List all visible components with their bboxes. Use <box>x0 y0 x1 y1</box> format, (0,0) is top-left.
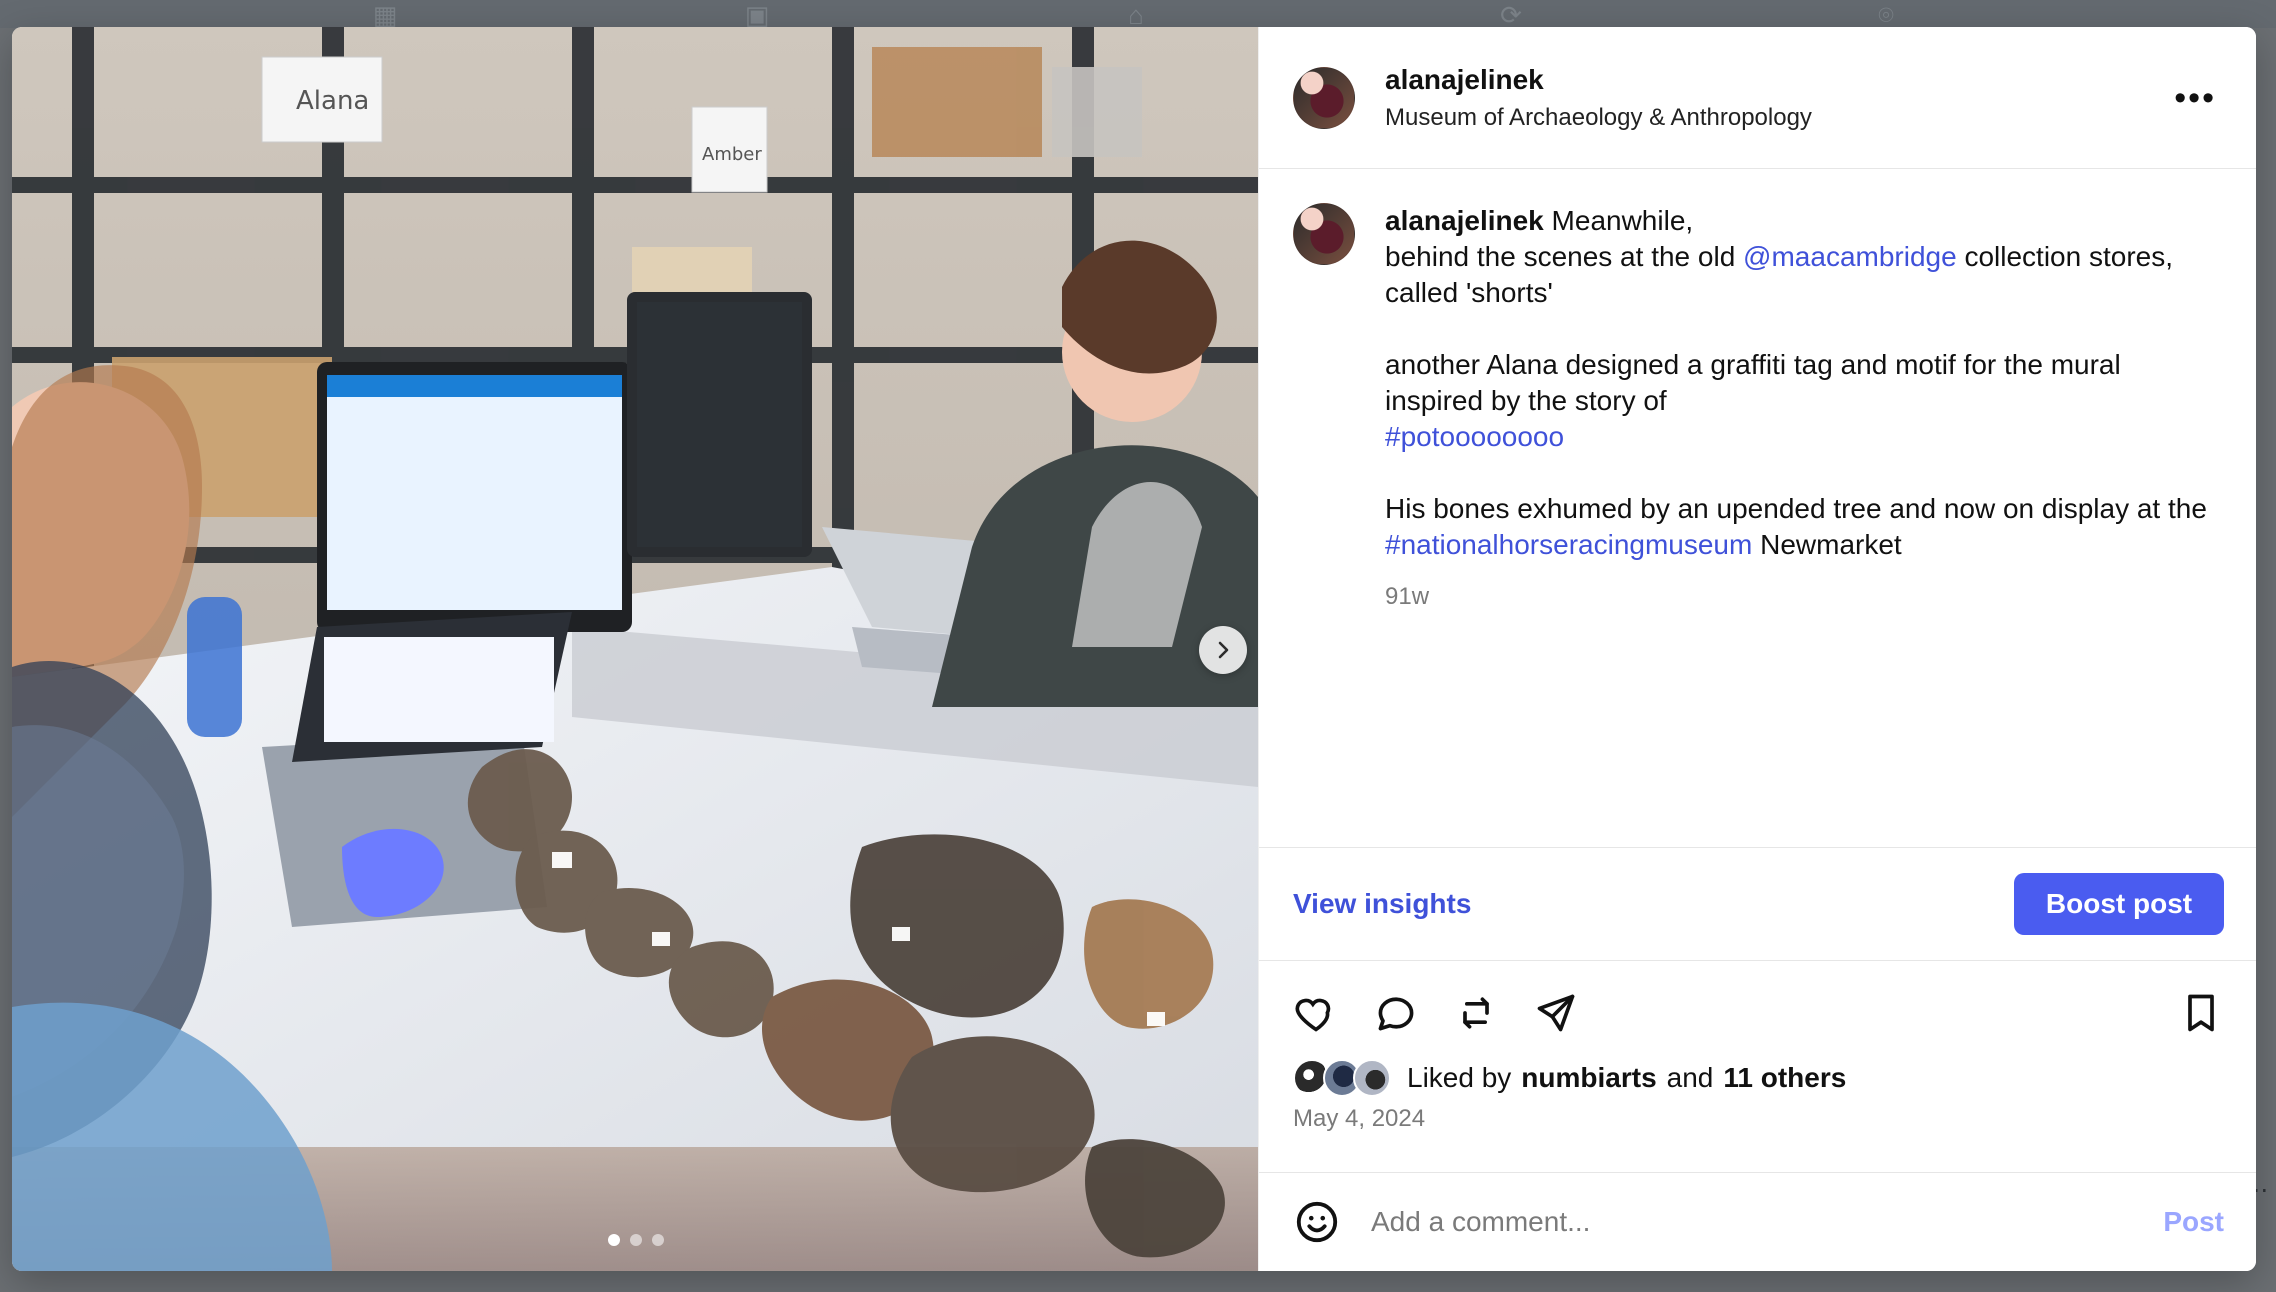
liker-avatars[interactable] <box>1293 1059 1397 1097</box>
mention-link[interactable]: @maacambridge <box>1743 241 1957 272</box>
caption-avatar[interactable] <box>1293 203 1355 265</box>
emoji-icon <box>1296 1201 1338 1243</box>
post-time-ago[interactable]: 91w <box>1385 579 2220 615</box>
caption-line-3: called 'shorts' <box>1385 277 1553 308</box>
insights-bar: View insights Boost post <box>1259 847 2256 961</box>
share-button[interactable] <box>1533 990 1579 1036</box>
comment-button[interactable] <box>1373 990 1419 1036</box>
arrow-up-icon: ⌂ <box>1128 0 1144 30</box>
boost-post-button[interactable]: Boost post <box>2014 873 2224 935</box>
more-options-button[interactable]: ••• <box>2174 81 2216 115</box>
caption-text: His bones exhumed by an upended tree and… <box>1385 493 2207 524</box>
tagged-icon: ⌾ <box>1878 0 1894 30</box>
caption-area: alanajelinek Meanwhile, behind the scene… <box>1259 169 2256 847</box>
carousel-next-button[interactable] <box>1199 626 1247 674</box>
background-tab-strip: ▦ ▣ ⌂ ⟳ ⌾ <box>0 0 2276 28</box>
carousel-dots <box>608 1234 664 1246</box>
heart-icon <box>1295 998 1331 1032</box>
likes-summary: Liked by numbiarts and 11 others <box>1293 1059 2224 1097</box>
svg-text:Amber: Amber <box>702 144 762 165</box>
caption-line-1: alanajelinek Meanwhile, <box>1385 203 2220 239</box>
post-photo: Alana Amber <box>12 27 1258 1271</box>
save-button[interactable] <box>2178 990 2224 1036</box>
chevron-right-icon <box>1218 641 1229 659</box>
post-actions: Liked by numbiarts and 11 others May 4, … <box>1259 961 2256 1173</box>
carousel-dot <box>608 1234 620 1246</box>
comment-bar: Post <box>1259 1173 2256 1271</box>
reels-icon: ▣ <box>744 0 770 30</box>
post-comment-button[interactable]: Post <box>2163 1206 2224 1238</box>
emoji-button[interactable] <box>1293 1198 1341 1246</box>
likes-middle: and <box>1666 1062 1714 1093</box>
caption-text: Meanwhile, <box>1551 205 1694 236</box>
comment-icon <box>1378 997 1414 1031</box>
more-icon: ••• <box>2174 78 2216 117</box>
caption-text: behind the scenes at the old <box>1385 241 1744 272</box>
action-left <box>1293 990 1579 1036</box>
send-icon <box>1537 994 1575 1032</box>
bookmark-icon <box>2188 994 2214 1032</box>
author-location[interactable]: Museum of Archaeology & Anthropology <box>1385 104 1812 131</box>
caption-text: Newmarket <box>1752 529 1902 560</box>
hashtag-link[interactable]: #nationalhorseracingmuseum <box>1385 529 1752 560</box>
carousel-dot <box>652 1234 664 1246</box>
post-media: Alana Amber <box>12 27 1258 1271</box>
caption-hashtag-1: #potoooooooo <box>1385 419 2220 455</box>
post-modal: Alana Amber alanajelinek Museum of Archa… <box>12 27 2256 1271</box>
caption-username[interactable]: alanajelinek <box>1385 205 1544 236</box>
repost-icon <box>1463 997 1489 1029</box>
caption-line-5: His bones exhumed by an upended tree and… <box>1385 491 2220 563</box>
post-date: May 4, 2024 <box>1293 1105 1426 1132</box>
post-sidebar: alanajelinek Museum of Archaeology & Ant… <box>1258 27 2256 1271</box>
grid-icon: ▦ <box>372 0 398 30</box>
view-insights-link[interactable]: View insights <box>1293 888 1471 920</box>
caption-row: alanajelinek Meanwhile, behind the scene… <box>1293 203 2220 615</box>
carousel-dot <box>630 1234 642 1246</box>
author-avatar[interactable] <box>1293 66 1355 129</box>
author-username[interactable]: alanajelinek <box>1385 64 1812 95</box>
action-row <box>1293 985 2224 1041</box>
caption-line-4: another Alana designed a graffiti tag an… <box>1385 349 2121 416</box>
liker-username[interactable]: numbiarts <box>1521 1062 1656 1094</box>
post-caption: alanajelinek Meanwhile, behind the scene… <box>1385 203 2220 615</box>
hashtag-link[interactable]: #potoooooooo <box>1385 421 1564 452</box>
caption-text: collection stores, <box>1956 241 2173 272</box>
svg-text:Alana: Alana <box>296 86 369 116</box>
post-header: alanajelinek Museum of Archaeology & Ant… <box>1259 27 2256 169</box>
liker-avatar <box>1353 1059 1391 1097</box>
repost-button[interactable] <box>1453 990 1499 1036</box>
caption-line-2: behind the scenes at the old @maacambrid… <box>1385 239 2220 275</box>
like-button[interactable] <box>1293 990 1339 1036</box>
author-info: alanajelinek Museum of Archaeology & Ant… <box>1385 64 1812 131</box>
comment-input[interactable] <box>1369 1205 2136 1239</box>
likes-prefix: Liked by <box>1407 1062 1512 1093</box>
likes-others[interactable]: 11 others <box>1723 1062 1846 1094</box>
repost-icon: ⟳ <box>1500 0 1522 30</box>
